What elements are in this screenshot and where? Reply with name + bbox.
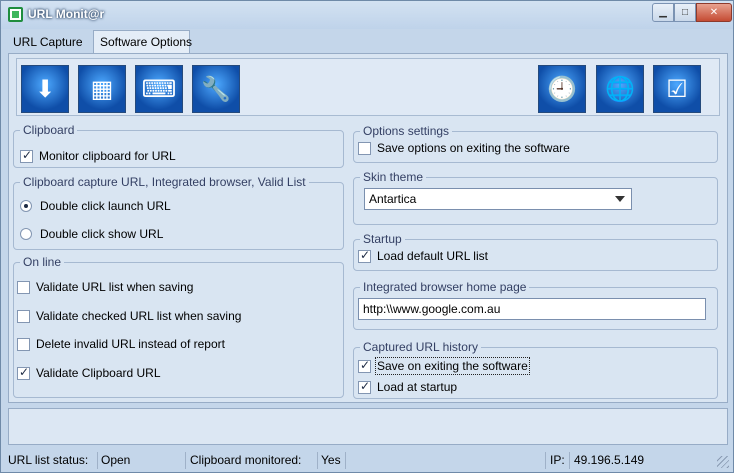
delete-invalid-url-option[interactable]: Delete invalid URL instead of report xyxy=(17,335,225,353)
validate-clipboard-url-checkbox[interactable] xyxy=(17,365,30,380)
window-panel-icon: ▦ xyxy=(90,75,114,103)
skin-theme-legend: Skin theme xyxy=(360,170,427,184)
tab-url-capture[interactable]: URL Capture xyxy=(6,30,89,54)
save-options-checkbox[interactable] xyxy=(358,141,371,155)
maximize-button[interactable]: □ xyxy=(674,3,696,22)
double-click-show-option[interactable]: Double click show URL xyxy=(20,225,163,243)
double-click-show-label: Double click show URL xyxy=(40,227,164,241)
skin-theme-dropdown[interactable]: Antartica xyxy=(364,188,632,210)
app-window: URL Monit@r ▁ □ ✕ URL Capture Software O… xyxy=(0,0,734,473)
browser-home-group: Integrated browser home page http:\\www.… xyxy=(353,280,718,330)
status-separator xyxy=(545,452,546,469)
tools-globe-icon: 🔧 xyxy=(201,75,231,103)
validate-checked-url-checkbox[interactable] xyxy=(17,309,30,323)
close-button[interactable]: ✕ xyxy=(696,3,732,22)
status-separator xyxy=(185,452,186,469)
load-default-url-checkbox[interactable] xyxy=(358,248,371,263)
clipboard-legend: Clipboard xyxy=(20,123,78,137)
clipboard-monitored-label: Clipboard monitored: xyxy=(190,453,302,467)
keyboard-button[interactable]: ⌨ xyxy=(135,65,183,113)
skin-theme-value: Antartica xyxy=(369,192,417,206)
download-drive-icon: ⬇ xyxy=(34,75,56,103)
monitor-clipboard-checkbox[interactable] xyxy=(20,148,33,163)
validate-url-list-option[interactable]: Validate URL list when saving xyxy=(17,278,193,296)
download-drive-button[interactable]: ⬇ xyxy=(21,65,69,113)
title-bar[interactable]: URL Monit@r ▁ □ ✕ xyxy=(1,1,733,29)
software-options-panel: ⬇ ▦ ⌨ 🔧 🕘 🌐 ☑ Clipboard Monitor clipboar… xyxy=(8,53,728,403)
url-list-status-value: Open xyxy=(101,453,131,467)
double-click-launch-option[interactable]: Double click launch URL xyxy=(20,197,171,215)
online-legend: On line xyxy=(20,255,65,269)
load-history-checkbox[interactable] xyxy=(358,379,371,394)
globe-download-icon: 🌐 xyxy=(605,75,635,103)
minimize-button[interactable]: ▁ xyxy=(652,3,674,22)
tab-software-options[interactable]: Software Options xyxy=(93,30,192,54)
validate-checked-url-label: Validate checked URL list when saving xyxy=(36,309,242,323)
clock-icon: 🕘 xyxy=(547,75,577,103)
status-separator xyxy=(569,452,570,469)
checklist-shortcut-icon: ☑ xyxy=(666,75,688,103)
validate-url-list-label: Validate URL list when saving xyxy=(36,280,194,294)
load-default-url-option[interactable]: Load default URL list xyxy=(358,247,488,265)
double-click-launch-label: Double click launch URL xyxy=(40,199,171,213)
ip-value: 49.196.5.149 xyxy=(574,453,645,467)
status-bar: URL list status: Open Clipboard monitore… xyxy=(1,449,733,473)
toolbar: ⬇ ▦ ⌨ 🔧 🕘 🌐 ☑ xyxy=(16,58,720,116)
clipboard-monitored-value: Yes xyxy=(321,453,341,467)
load-history-option[interactable]: Load at startup xyxy=(358,378,457,396)
resize-grip[interactable] xyxy=(717,456,729,468)
message-panel xyxy=(8,408,728,445)
tools-globe-button[interactable]: 🔧 xyxy=(192,65,240,113)
startup-group: Startup Load default URL list xyxy=(353,232,718,271)
online-group: On line Validate URL list when saving Va… xyxy=(13,255,344,398)
url-history-legend: Captured URL history xyxy=(360,340,481,354)
checklist-shortcut-button[interactable]: ☑ xyxy=(653,65,701,113)
delete-invalid-url-label: Delete invalid URL instead of report xyxy=(36,337,225,351)
clock-button[interactable]: 🕘 xyxy=(538,65,586,113)
save-history-checkbox[interactable] xyxy=(358,358,371,373)
keyboard-icon: ⌨ xyxy=(141,75,177,103)
app-icon xyxy=(8,7,23,22)
save-history-option[interactable]: Save on exiting the software xyxy=(358,357,530,375)
globe-download-button[interactable]: 🌐 xyxy=(596,65,644,113)
startup-legend: Startup xyxy=(360,232,405,246)
skin-theme-group: Skin theme Antartica xyxy=(353,170,718,225)
url-history-group: Captured URL history Save on exiting the… xyxy=(353,340,718,399)
save-options-option[interactable]: Save options on exiting the software xyxy=(358,139,570,157)
save-history-label: Save on exiting the software xyxy=(375,357,530,375)
status-separator xyxy=(317,452,318,469)
validate-clipboard-url-option[interactable]: Validate Clipboard URL xyxy=(17,364,161,382)
url-list-status-label: URL list status: xyxy=(8,453,89,467)
load-history-label: Load at startup xyxy=(377,380,458,394)
window-title: URL Monit@r xyxy=(28,7,105,21)
capture-legend: Clipboard capture URL, Integrated browse… xyxy=(20,175,309,189)
capture-group: Clipboard capture URL, Integrated browse… xyxy=(13,175,344,250)
validate-checked-url-option[interactable]: Validate checked URL list when saving xyxy=(17,307,241,325)
load-default-url-label: Load default URL list xyxy=(377,249,488,263)
save-options-label: Save options on exiting the software xyxy=(377,141,570,155)
status-separator xyxy=(97,452,98,469)
clipboard-group: Clipboard Monitor clipboard for URL xyxy=(13,123,344,168)
ip-label: IP: xyxy=(550,453,565,467)
delete-invalid-url-checkbox[interactable] xyxy=(17,337,30,351)
monitor-clipboard-option[interactable]: Monitor clipboard for URL xyxy=(20,147,176,165)
window-panel-button[interactable]: ▦ xyxy=(78,65,126,113)
status-separator xyxy=(345,452,346,469)
monitor-clipboard-label: Monitor clipboard for URL xyxy=(39,149,176,163)
options-settings-legend: Options settings xyxy=(360,124,453,138)
validate-url-list-checkbox[interactable] xyxy=(17,280,30,294)
validate-clipboard-url-label: Validate Clipboard URL xyxy=(36,366,161,380)
home-page-input[interactable]: http:\\www.google.com.au xyxy=(358,298,706,320)
browser-home-legend: Integrated browser home page xyxy=(360,280,530,294)
chevron-down-icon[interactable] xyxy=(615,196,625,202)
double-click-launch-radio[interactable] xyxy=(20,200,32,212)
options-settings-group: Options settings Save options on exiting… xyxy=(353,124,718,163)
double-click-show-radio[interactable] xyxy=(20,228,32,240)
